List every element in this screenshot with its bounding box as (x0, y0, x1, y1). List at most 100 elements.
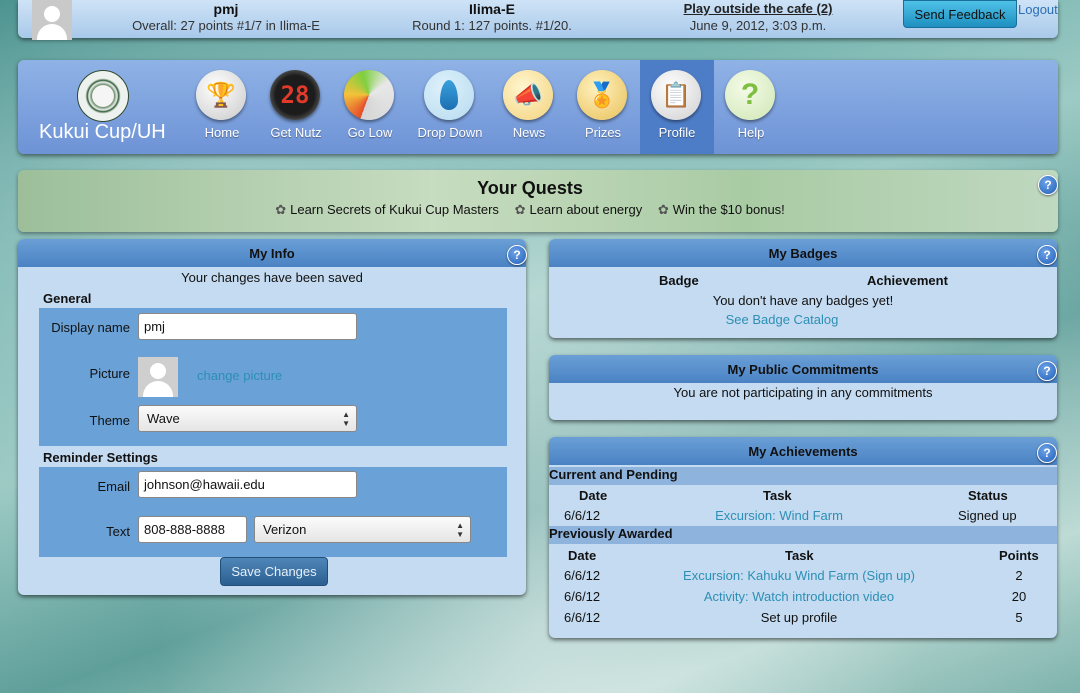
save-status-message: Your changes have been saved (181, 270, 363, 285)
carrier-select[interactable]: Verizon ▲ ▼ (254, 516, 471, 543)
prev-row-points: 20 (1011, 589, 1027, 604)
commitments-panel: My Public Commitments ? You are not part… (549, 355, 1057, 420)
no-commitments-message: You are not participating in any commitm… (673, 385, 933, 400)
picture-label: Picture (89, 366, 130, 381)
email-label: Email (97, 479, 130, 494)
site-title[interactable]: Kukui Cup/UH (39, 121, 166, 144)
nav-item-help[interactable]: ? Help (714, 60, 788, 154)
current-row-task-link[interactable]: Excursion: Wind Farm (679, 508, 879, 523)
prev-row-task-link[interactable]: Activity: Watch introduction video (659, 589, 939, 604)
user-avatar[interactable] (32, 0, 72, 40)
nav-item-profile[interactable]: 📋 Profile (640, 60, 714, 154)
quest-item[interactable]: ✿ Learn Secrets of Kukui Cup Masters (275, 202, 499, 217)
nav-item-drop-down[interactable]: Drop Down (413, 60, 487, 154)
col-date: Date (579, 488, 608, 503)
gear-icon: ✿ (657, 202, 669, 217)
my-info-help-icon[interactable]: ? (507, 245, 527, 265)
quest-list: ✿ Learn Secrets of Kukui Cup Masters ✿ Lea… (18, 202, 1042, 218)
event-time: June 9, 2012, 3:03 p.m. (689, 18, 827, 33)
select-arrows-icon: ▲ ▼ (456, 521, 464, 539)
quests-title: Your Quests (477, 178, 583, 198)
counter-icon: 28 (270, 70, 320, 120)
badge-column-header: Badge (659, 273, 699, 288)
reminder-section-label: Reminder Settings (43, 450, 158, 465)
change-picture-link[interactable]: change picture (197, 368, 282, 383)
current-pending-header: Current and Pending (549, 467, 1057, 485)
current-row-status: Signed up (958, 508, 1017, 523)
badges-help-icon[interactable]: ? (1037, 245, 1057, 265)
select-arrows-icon: ▲ ▼ (342, 410, 350, 428)
col-task: Task (763, 488, 792, 503)
theme-select[interactable]: Wave ▲ ▼ (138, 405, 357, 432)
nav-label: Help (737, 125, 765, 140)
nav-label: Go Low (347, 125, 393, 140)
megaphone-icon: 📣 (503, 70, 553, 120)
water-drop-icon (424, 70, 474, 120)
prev-row-task: Set up profile (760, 610, 838, 625)
achievements-panel: My Achievements ? Current and Pending Da… (549, 437, 1057, 638)
nav-label: News (512, 125, 546, 140)
panel-header: My Badges (549, 239, 1057, 267)
my-info-panel: My Info ? Your changes have been saved G… (18, 239, 527, 595)
team-name: Ilima-E (469, 1, 515, 17)
gear-icon: ✿ (275, 202, 287, 217)
phone-field[interactable]: 808-888-8888 (138, 516, 247, 543)
col-points: Points (999, 548, 1039, 563)
team-round-score: Round 1: 127 points. #1/20. (412, 18, 572, 33)
achievements-help-icon[interactable]: ? (1037, 443, 1057, 463)
quest-item[interactable]: ✿ Learn about energy (515, 202, 643, 217)
quests-help-icon[interactable]: ? (1038, 175, 1058, 195)
col-status: Status (968, 488, 1008, 503)
logout-link[interactable]: Logout (1018, 2, 1058, 17)
quest-item[interactable]: ✿ Win the $10 bonus! (658, 202, 785, 217)
prev-row-date: 6/6/12 (564, 610, 601, 625)
gauge-icon (344, 70, 394, 120)
user-overall-score: Overall: 27 points #1/7 in Ilima-E (132, 18, 320, 33)
clipboard-icon: 📋 (651, 70, 701, 120)
send-feedback-button[interactable]: Send Feedback (903, 0, 1017, 28)
badge-catalog-link[interactable]: See Badge Catalog (549, 312, 1015, 327)
no-badges-message: You don't have any badges yet! (712, 293, 894, 308)
prev-row-date: 6/6/12 (564, 589, 601, 604)
col-task: Task (785, 548, 814, 563)
panel-header: My Achievements (549, 437, 1057, 465)
previously-awarded-header: Previously Awarded (549, 526, 1057, 544)
nav-item-go-low[interactable]: Go Low (333, 60, 407, 154)
prev-row-points: 2 (1015, 568, 1023, 583)
nav-label: Profile (658, 125, 696, 140)
carrier-selected-value: Verizon (263, 522, 307, 537)
gear-icon: ✿ (514, 202, 526, 217)
profile-picture (138, 357, 178, 397)
achievement-column-header: Achievement (867, 273, 948, 288)
display-name-label: Display name (51, 320, 130, 335)
col-date: Date (568, 548, 597, 563)
nav-item-prizes[interactable]: 🏅 Prizes (566, 60, 640, 154)
general-section-label: General (43, 291, 92, 306)
prev-row-points: 5 (1015, 610, 1023, 625)
display-name-input[interactable]: pmj (138, 313, 357, 340)
prev-row-task-link[interactable]: Excursion: Kahuku Wind Farm (Sign up) (659, 568, 939, 583)
nav-item-news[interactable]: 📣 News (492, 60, 566, 154)
commitments-help-icon[interactable]: ? (1037, 361, 1057, 381)
question-icon: ? (725, 70, 775, 120)
my-badges-panel: My Badges ? Badge Achievement You don't … (549, 239, 1057, 338)
nav-item-get-nutz[interactable]: 28 Get Nutz (259, 60, 333, 154)
prev-row-date: 6/6/12 (564, 568, 601, 583)
email-field[interactable]: johnson@hawaii.edu (138, 471, 357, 498)
text-label: Text (106, 524, 130, 539)
nav-label: Home (204, 125, 240, 140)
ribbon-icon: 🏅 (577, 70, 627, 120)
user-name: pmj (213, 1, 239, 17)
nav-label: Prizes (584, 125, 622, 140)
nav-label: Drop Down (417, 125, 483, 140)
trophy-icon: 🏆 (196, 70, 246, 120)
nav-item-home[interactable]: 🏆 Home (185, 60, 259, 154)
upcoming-event-link[interactable]: Play outside the cafe (2) (660, 1, 856, 16)
theme-selected-value: Wave (147, 411, 180, 426)
university-seal-logo[interactable] (77, 70, 129, 122)
save-changes-button[interactable]: Save Changes (220, 557, 328, 586)
current-row-date: 6/6/12 (564, 508, 601, 523)
panel-header: My Info (18, 239, 526, 267)
theme-label: Theme (89, 413, 130, 428)
nav-label: Get Nutz (270, 125, 322, 140)
